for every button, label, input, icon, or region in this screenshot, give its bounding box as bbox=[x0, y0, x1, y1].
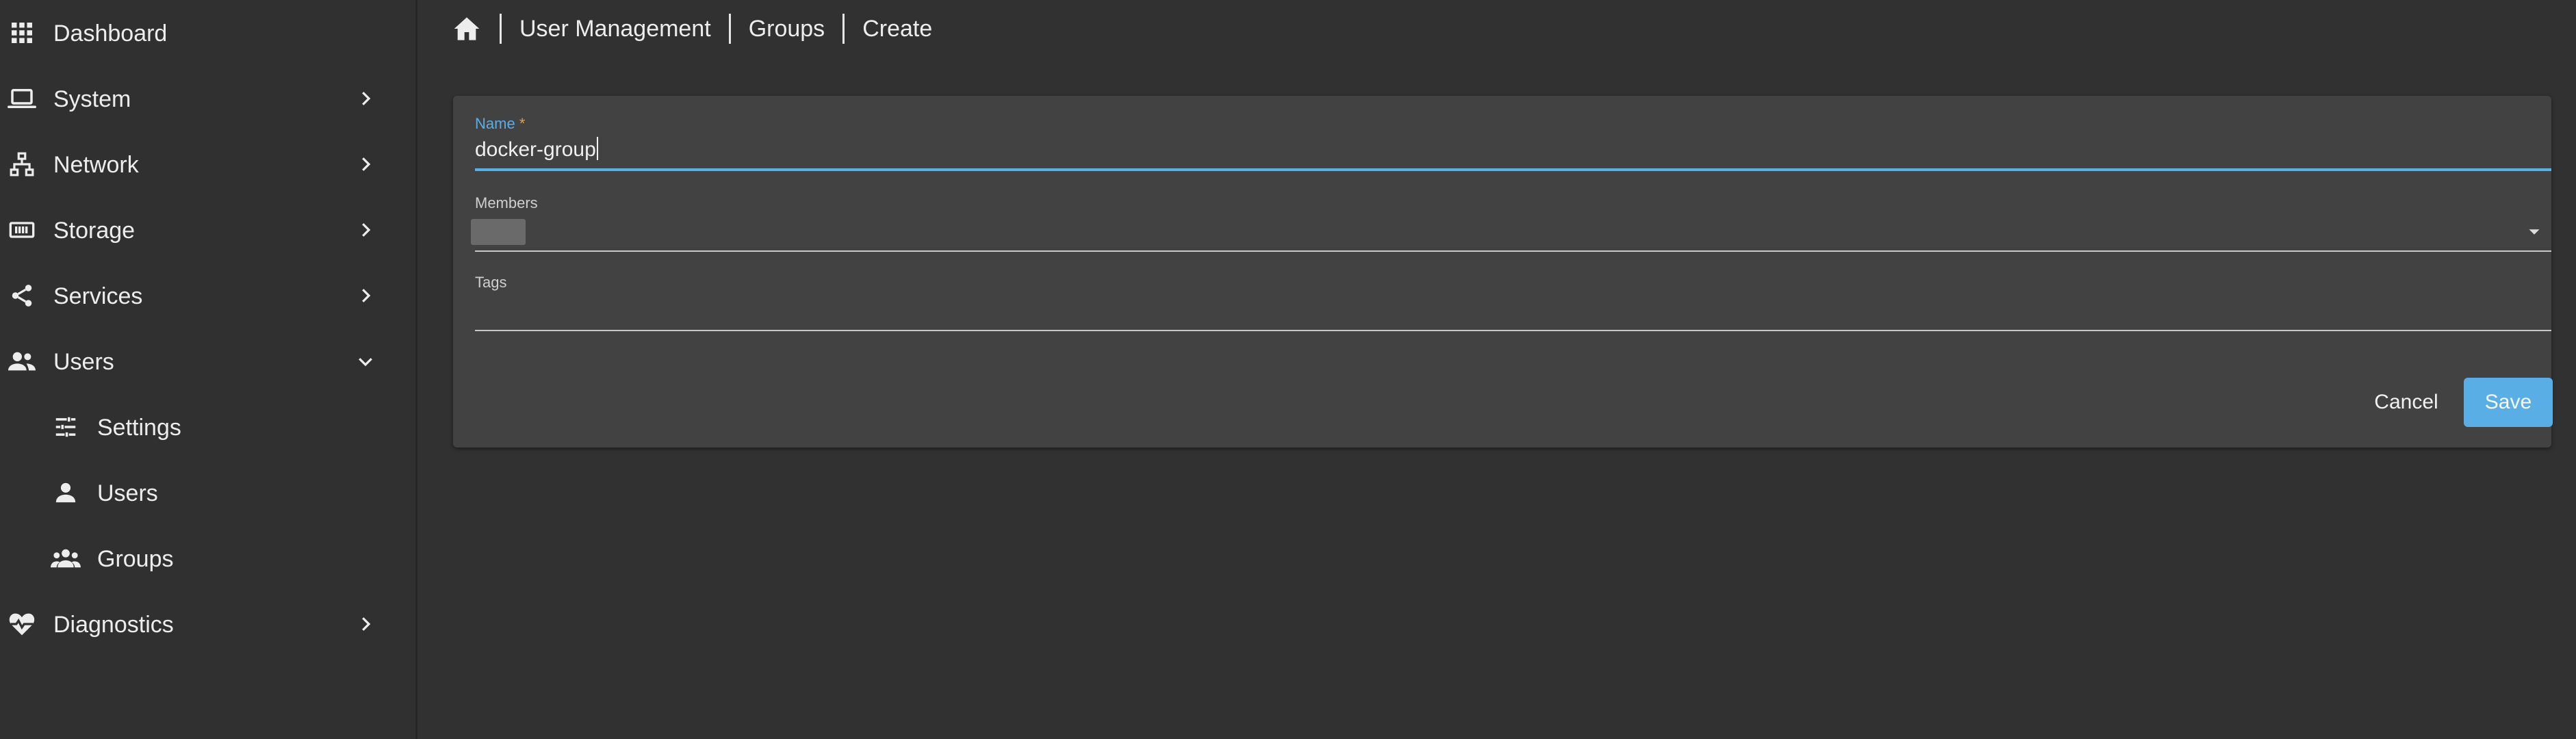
sidebar-item-diagnostics[interactable]: Diagnostics bbox=[0, 591, 415, 657]
sidebar-item-label: Users bbox=[97, 480, 158, 506]
chevron-down-icon bbox=[353, 349, 378, 374]
chevron-right-icon bbox=[353, 218, 378, 242]
members-field-label: Members bbox=[475, 194, 538, 211]
save-button[interactable]: Save bbox=[2464, 378, 2553, 427]
share-icon bbox=[7, 281, 37, 311]
breadcrumb-user-management[interactable]: User Management bbox=[519, 16, 711, 42]
sidebar-item-label: Groups bbox=[97, 546, 174, 572]
members-select[interactable] bbox=[471, 219, 526, 245]
tags-field[interactable] bbox=[475, 330, 2551, 331]
breadcrumb-create: Create bbox=[862, 15, 933, 42]
sidebar-item-settings[interactable]: Settings bbox=[0, 394, 415, 460]
sidebar-item-label: Dashboard bbox=[53, 21, 168, 47]
home-icon[interactable] bbox=[452, 14, 482, 44]
name-field[interactable]: docker-group bbox=[475, 137, 598, 161]
breadcrumb-separator bbox=[842, 14, 845, 44]
name-field-underline bbox=[475, 168, 2551, 171]
sidebar-item-system[interactable]: System bbox=[0, 66, 415, 131]
sidebar-item-users[interactable]: Users bbox=[0, 328, 415, 394]
breadcrumb: User Management Groups Create bbox=[452, 10, 932, 48]
tune-icon bbox=[51, 412, 81, 442]
group-create-form: Name * docker-group Members Tags Cancel … bbox=[453, 96, 2553, 448]
sidebar-item-label: Users bbox=[53, 349, 114, 375]
sidebar-item-label: Services bbox=[53, 283, 143, 309]
chevron-right-icon bbox=[353, 612, 378, 636]
account-group-icon bbox=[7, 346, 37, 376]
sidebar-item-groups[interactable]: Groups bbox=[0, 526, 415, 591]
account-icon bbox=[51, 478, 81, 508]
sidebar-item-storage[interactable]: Storage bbox=[0, 197, 415, 263]
chevron-right-icon bbox=[353, 152, 378, 177]
account-multiple-icon bbox=[51, 543, 81, 573]
sidebar-item-dashboard[interactable]: Dashboard bbox=[0, 0, 415, 66]
network-icon bbox=[7, 149, 37, 179]
chevron-right-icon bbox=[353, 283, 378, 308]
sidebar-item-label: Storage bbox=[53, 218, 136, 244]
sidebar-item-services[interactable]: Services bbox=[0, 263, 415, 328]
heart-pulse-icon bbox=[7, 609, 37, 639]
breadcrumb-separator bbox=[500, 14, 502, 44]
name-label-text: Name bbox=[475, 115, 515, 132]
members-field-underline bbox=[475, 250, 2551, 252]
sidebar-item-label: System bbox=[53, 86, 131, 112]
apps-grid-icon bbox=[7, 18, 37, 48]
sidebar-item-label: Diagnostics bbox=[53, 612, 174, 638]
cancel-button[interactable]: Cancel bbox=[2355, 378, 2458, 427]
tags-field-label: Tags bbox=[475, 274, 507, 291]
sidebar-item-network[interactable]: Network bbox=[0, 131, 415, 197]
laptop-icon bbox=[7, 83, 37, 114]
sidebar-item-users-list[interactable]: Users bbox=[0, 460, 415, 526]
sidebar-item-label: Settings bbox=[97, 415, 181, 441]
text-cursor bbox=[596, 137, 598, 160]
storage-icon bbox=[7, 215, 37, 245]
dropdown-arrow-icon[interactable] bbox=[2524, 222, 2545, 242]
breadcrumb-separator bbox=[728, 14, 731, 44]
name-field-label: Name * bbox=[475, 115, 525, 133]
sidebar-item-label: Network bbox=[53, 152, 139, 178]
sidebar: Dashboard System Network Storage Service… bbox=[0, 0, 417, 739]
required-marker: * bbox=[519, 115, 526, 132]
breadcrumb-groups[interactable]: Groups bbox=[749, 16, 825, 42]
chevron-right-icon bbox=[353, 86, 378, 111]
name-field-value: docker-group bbox=[475, 138, 596, 161]
